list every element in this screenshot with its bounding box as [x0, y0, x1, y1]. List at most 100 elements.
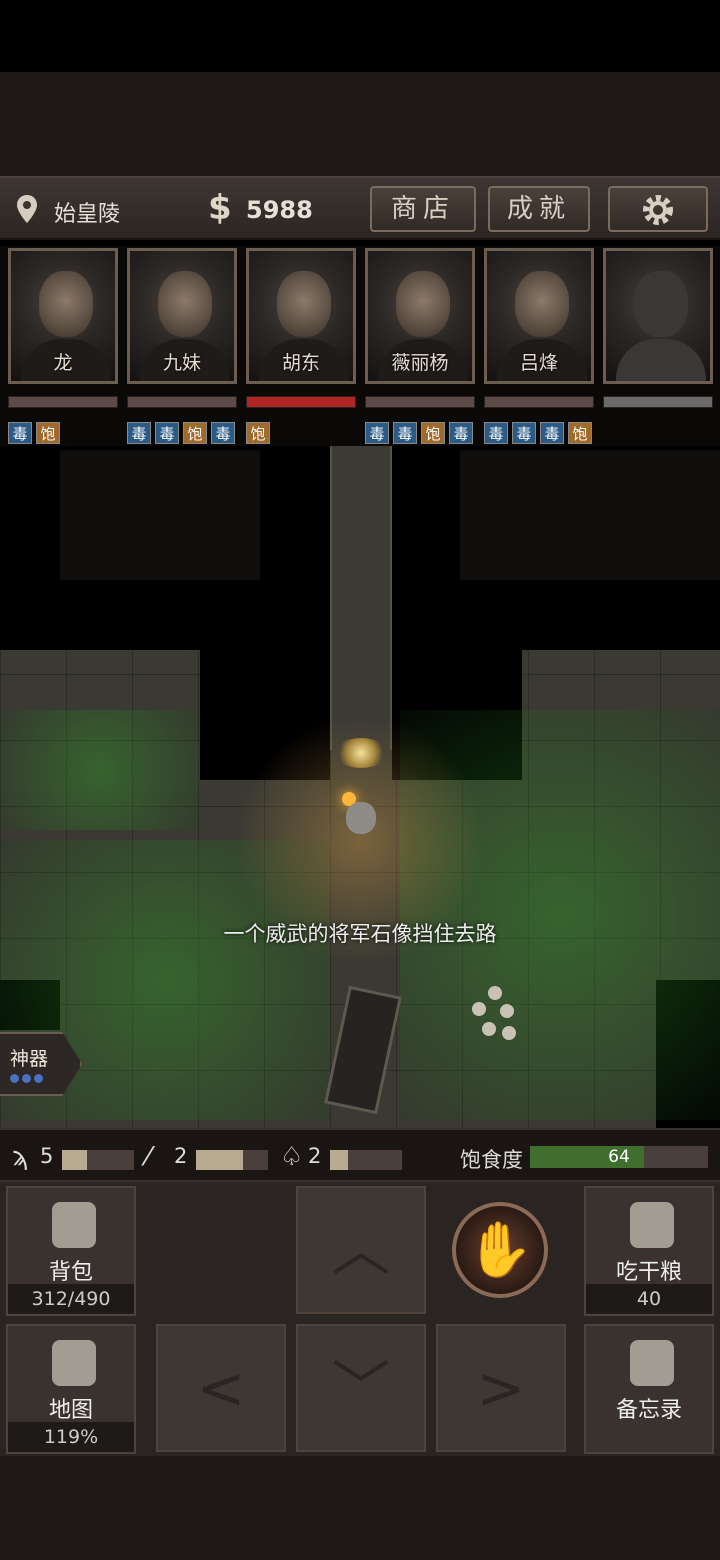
- player-marker: [340, 792, 378, 836]
- party-member-name: 薇丽杨: [391, 352, 449, 374]
- character-face: [515, 271, 569, 337]
- torch-icon: ϡ: [12, 1142, 29, 1172]
- achievements-button[interactable]: 成就: [488, 186, 590, 232]
- eat-ration-label: 吃干粮: [615, 1260, 682, 1285]
- party-member-health-bar: [484, 396, 594, 408]
- torch-count: 5: [40, 1144, 54, 1168]
- location-pin-icon: [17, 195, 37, 223]
- party-member-name: 胡东: [281, 352, 320, 374]
- party-member-portrait[interactable]: 龙: [8, 248, 118, 384]
- shop-button[interactable]: 商店: [370, 186, 476, 232]
- character-face: [277, 271, 331, 337]
- character-body: [616, 339, 706, 381]
- rope-icon: ⁄: [146, 1142, 151, 1172]
- party-member-portrait[interactable]: 九妹: [127, 248, 237, 384]
- map-label: 地图: [48, 1398, 93, 1423]
- empty-party-slot[interactable]: [603, 248, 713, 384]
- interact-button[interactable]: ✋: [452, 1202, 548, 1298]
- full-status-badge: 饱: [36, 422, 60, 444]
- top-spacer: [0, 72, 720, 176]
- full-status-badge: 饱: [246, 422, 270, 444]
- location-name: 始皇陵: [54, 202, 121, 227]
- poison-status-badge: 毒: [211, 422, 235, 444]
- eat-ration-button[interactable]: 吃干粮 40: [584, 1186, 714, 1316]
- arrow-up-icon: ︿: [331, 1216, 390, 1284]
- backpack-label: 背包: [48, 1260, 93, 1285]
- character-face: [396, 271, 450, 337]
- party-member-name: 九妹: [162, 352, 201, 374]
- poison-status-badge: 毒: [484, 422, 508, 444]
- backpack-button[interactable]: 背包 312/490: [6, 1186, 136, 1316]
- party-member-health-bar: [603, 396, 713, 408]
- settings-button[interactable]: [608, 186, 708, 232]
- general-statue-eye-icon[interactable]: [334, 738, 388, 768]
- dungeon-map[interactable]: 一个威武的将军石像挡住去路 神器: [0, 410, 720, 1128]
- status-badges: 毒毒饱毒: [365, 422, 473, 444]
- move-down-button[interactable]: ﹀: [296, 1324, 426, 1452]
- party-member-portrait[interactable]: 胡东: [246, 248, 356, 384]
- map-icon: [52, 1340, 96, 1386]
- party-member-name: 龙: [53, 352, 73, 374]
- full-status-badge: 饱: [183, 422, 207, 444]
- torch-bar: [62, 1150, 134, 1170]
- party-member-name: 吕烽: [519, 352, 558, 374]
- party-member-health-bar: [8, 396, 118, 408]
- unexplored-area: [460, 450, 720, 580]
- artifact-label: 神器: [10, 1048, 49, 1070]
- poison-status-badge: 毒: [540, 422, 564, 444]
- character-face: [634, 271, 688, 337]
- backpack-capacity: 312/490: [8, 1284, 134, 1314]
- poison-status-badge: 毒: [155, 422, 179, 444]
- poison-status-badge: 毒: [449, 422, 473, 444]
- coffin-icon[interactable]: [324, 985, 402, 1115]
- shovel-icon: ♤: [280, 1142, 304, 1172]
- memo-label: 备忘录: [615, 1398, 682, 1423]
- artifact-charges: [10, 1074, 43, 1083]
- party-member-portrait[interactable]: 薇丽杨: [365, 248, 475, 384]
- status-bar: [0, 0, 720, 72]
- memo-book-icon: [630, 1340, 674, 1386]
- header-bar: 始皇陵 $ 5988 商店 成就: [0, 176, 720, 240]
- poison-status-badge: 毒: [393, 422, 417, 444]
- status-badges: 毒饱: [8, 422, 60, 444]
- poison-status-badge: 毒: [512, 422, 536, 444]
- arrow-down-icon: ﹀: [331, 1354, 390, 1422]
- character-face: [39, 271, 93, 337]
- bottom-spacer: [0, 1456, 720, 1560]
- corridor: [330, 410, 392, 750]
- shovel-count: 2: [308, 1144, 322, 1168]
- satiety-bar: 64: [530, 1146, 708, 1168]
- party-member-portrait[interactable]: 吕烽: [484, 248, 594, 384]
- ration-count: 40: [586, 1284, 712, 1314]
- character-face: [158, 271, 212, 337]
- satiety-label: 饱食度: [460, 1148, 523, 1172]
- poison-status-badge: 毒: [127, 422, 151, 444]
- move-left-button[interactable]: <: [156, 1324, 286, 1452]
- poison-moss: [0, 710, 200, 830]
- full-status-badge: 饱: [421, 422, 445, 444]
- gear-icon: [643, 195, 673, 225]
- move-up-button[interactable]: ︿: [296, 1186, 426, 1314]
- map-button[interactable]: 地图 119%: [6, 1324, 136, 1454]
- rope-count: 2: [174, 1144, 188, 1168]
- tools-bar: ϡ 5 ⁄ 2 ♤ 2 饱食度 64: [0, 1128, 720, 1182]
- player-figure-icon: [346, 802, 376, 834]
- memo-button[interactable]: 备忘录: [584, 1324, 714, 1454]
- torch-tool: ϡ 5: [12, 1142, 136, 1172]
- poison-status-badge: 毒: [8, 422, 32, 444]
- skull-pile-icon[interactable]: [470, 986, 520, 1046]
- arrow-right-icon: >: [476, 1354, 526, 1422]
- party-member-health-bar: [365, 396, 475, 408]
- party-member-health-bar: [127, 396, 237, 408]
- party-panel: 龙毒饱九妹毒毒饱毒胡东饱薇丽杨毒毒饱毒吕烽毒毒毒饱: [0, 246, 720, 446]
- arrow-left-icon: <: [196, 1354, 246, 1422]
- map-explored-percent: 119%: [8, 1422, 134, 1452]
- money-amount: 5988: [246, 196, 313, 224]
- control-panel: 背包 312/490 地图 119% 吃干粮 40 备忘录 ︿ < ﹀ > ✋: [0, 1182, 720, 1456]
- rope-bar: [196, 1150, 268, 1170]
- hand-icon: ✋: [466, 1218, 534, 1281]
- full-status-badge: 饱: [568, 422, 592, 444]
- status-badges: 毒毒毒饱: [484, 422, 592, 444]
- backpack-icon: [52, 1202, 96, 1248]
- move-right-button[interactable]: >: [436, 1324, 566, 1452]
